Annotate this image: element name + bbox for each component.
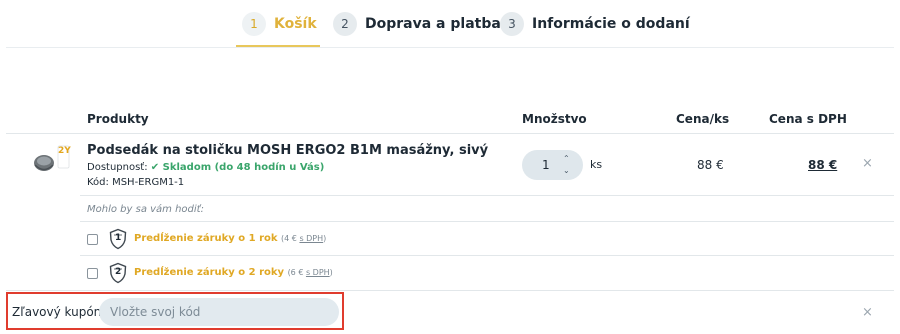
product-image[interactable]: 2Y	[30, 144, 72, 178]
step-label: Košík	[274, 16, 317, 32]
step-delivery-info[interactable]: 3 Informácie o dodaní	[500, 11, 690, 37]
column-header-quantity: Množstvo	[522, 112, 587, 126]
product-code: Kód: MSH-ERGM1-1	[87, 177, 185, 188]
warranty-option[interactable]: Predĺženie záruky o 2 roky (6 € s DPH)	[134, 267, 333, 278]
shield-icon: 1	[108, 228, 128, 250]
close-icon[interactable]: ×	[862, 305, 873, 320]
step-label: Doprava a platba	[365, 16, 501, 32]
warranty-icon-number: 1	[115, 233, 122, 243]
warranty-label: Predĺženie záruky o 1 rok	[134, 233, 278, 244]
step-cart[interactable]: 1 Košík	[242, 11, 317, 37]
step-number: 1	[242, 12, 266, 36]
step-label: Informácie o dodaní	[532, 16, 690, 32]
checkout-steps: 1 Košík 2 Doprava a platba 3 Informácie …	[0, 0, 900, 48]
coupon-input[interactable]	[99, 298, 339, 326]
close-icon[interactable]: ×	[862, 156, 873, 171]
warranty-label: Predĺženie záruky o 2 roky	[134, 267, 285, 278]
column-header-unit-price: Cena/ks	[676, 112, 730, 126]
divider	[80, 255, 894, 256]
column-header-price-vat: Cena s DPH	[769, 112, 847, 126]
unit-price: 88 €	[697, 158, 724, 172]
divider	[6, 290, 894, 291]
quantity-value[interactable]: 1	[542, 158, 550, 172]
warranty-badge: 2Y	[58, 146, 71, 156]
shield-icon: 2	[108, 262, 128, 284]
divider	[80, 221, 894, 222]
product-availability: Dostupnosť: ✔ Skladom (do 48 hodín u Vás…	[87, 162, 324, 173]
warranty-icon-number: 2	[115, 267, 122, 277]
warranty-option[interactable]: Predĺženie záruky o 1 rok (4 € s DPH)	[134, 233, 326, 244]
step-shipping-payment[interactable]: 2 Doprava a platba	[333, 11, 501, 37]
warranty-checkbox[interactable]	[87, 268, 98, 279]
total-price: 88 €	[808, 158, 838, 172]
step-number: 2	[333, 12, 357, 36]
quantity-stepper[interactable]: 1 ⌃ ⌄	[522, 150, 583, 180]
warranty-price: (4 € s DPH)	[281, 234, 327, 243]
step-number: 3	[500, 12, 524, 36]
availability-value: ✔ Skladom (do 48 hodín u Vás)	[150, 162, 325, 173]
divider	[6, 47, 894, 48]
coupon-label: Zľavový kupón	[12, 305, 102, 319]
warranty-price: (6 € s DPH)	[287, 268, 333, 277]
chevron-up-icon[interactable]: ⌃	[563, 155, 570, 163]
chevron-down-icon[interactable]: ⌄	[563, 167, 570, 175]
column-header-products: Produkty	[87, 112, 149, 126]
warranty-checkbox[interactable]	[87, 234, 98, 245]
divider	[80, 195, 894, 196]
suggestions-title: Mohlo by sa vám hodiť:	[87, 204, 204, 215]
availability-label: Dostupnosť:	[87, 162, 148, 173]
product-title[interactable]: Podsedák na stoličku MOSH ERGO2 B1M masá…	[87, 143, 488, 158]
quantity-unit: ks	[590, 158, 603, 171]
divider	[6, 133, 894, 134]
